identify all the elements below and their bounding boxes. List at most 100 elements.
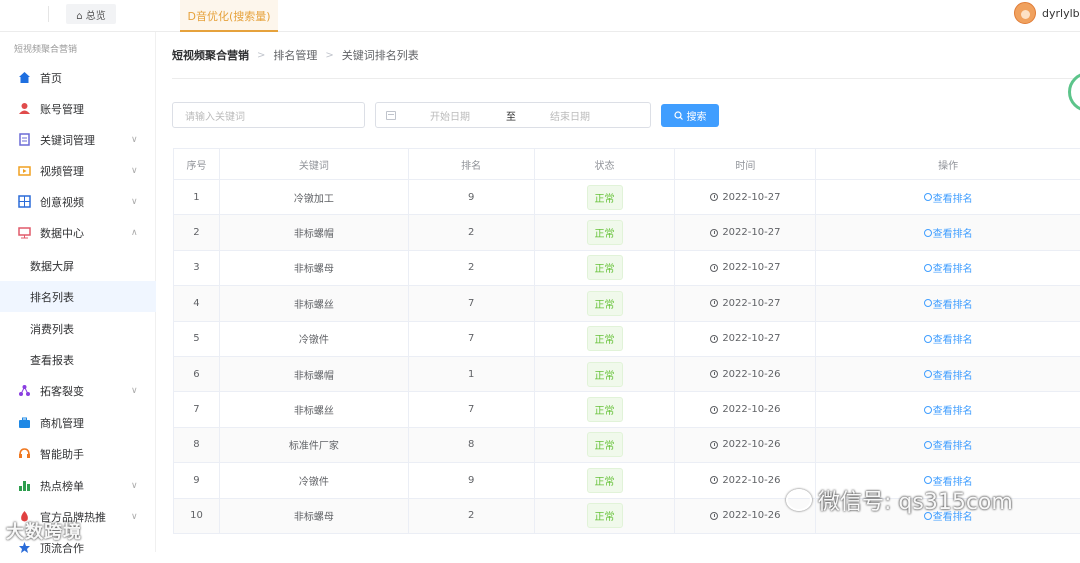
view-ranking-link[interactable]: 查看排名 bbox=[923, 296, 973, 311]
view-ranking-link[interactable]: 查看排名 bbox=[923, 190, 973, 205]
breadcrumb-ranking[interactable]: 排名管理 bbox=[273, 47, 317, 63]
calendar-icon bbox=[386, 111, 396, 120]
sidebar-item-label: 关键词管理 bbox=[40, 133, 95, 147]
sidebar-item-accounts[interactable]: 账号管理 bbox=[0, 93, 156, 124]
cell-rank: 7 bbox=[409, 286, 535, 321]
view-icon bbox=[923, 405, 932, 414]
cell-rank: 7 bbox=[409, 392, 535, 427]
video-icon bbox=[17, 164, 31, 178]
divider bbox=[48, 6, 49, 22]
status-badge: 正常 bbox=[586, 467, 623, 493]
time-text: 2022-10-26 bbox=[722, 474, 781, 486]
clock-icon bbox=[710, 193, 719, 202]
view-ranking-link[interactable]: 查看排名 bbox=[923, 225, 973, 240]
split-icon bbox=[17, 384, 31, 398]
avatar[interactable] bbox=[1014, 2, 1036, 24]
user-menu[interactable]: dyrlylb bbox=[1014, 2, 1080, 24]
cell-rank: 2 bbox=[409, 215, 535, 250]
cell-status: 正常 bbox=[535, 286, 676, 321]
view-ranking-link[interactable]: 查看排名 bbox=[923, 331, 973, 347]
cell-time: 2022-10-27 bbox=[675, 321, 817, 356]
bar-chart-icon bbox=[17, 479, 31, 493]
cell-keyword: 非标螺丝 bbox=[220, 392, 409, 427]
tab-overview[interactable]: ⌂ 总览 bbox=[66, 4, 116, 24]
date-separator: 至 bbox=[506, 111, 516, 123]
main-content: 短视频聚合营销 > 排名管理 > 关键词排名列表 请输入关键词 开始日期 至 结… bbox=[156, 32, 1080, 552]
cell-time: 2022-10-27 bbox=[675, 215, 817, 250]
status-badge: 正常 bbox=[586, 184, 623, 210]
column-header: 关键词 bbox=[220, 149, 409, 179]
view-ranking-link[interactable]: 查看排名 bbox=[923, 367, 973, 382]
cell-rank: 2 bbox=[409, 498, 535, 533]
chevron-down-icon: ∨ bbox=[131, 385, 138, 396]
status-badge: 正常 bbox=[586, 326, 623, 352]
search-button[interactable]: 搜索 bbox=[661, 104, 719, 127]
time-text: 2022-10-27 bbox=[722, 333, 781, 345]
sidebar-item-label: 视频管理 bbox=[40, 164, 84, 178]
sidebar-item-label: 首页 bbox=[40, 71, 62, 85]
view-icon bbox=[923, 440, 932, 449]
end-date-input[interactable]: 结束日期 bbox=[550, 108, 590, 123]
chevron-right-icon: > bbox=[257, 49, 266, 61]
grid-icon bbox=[17, 195, 31, 209]
status-badge: 正常 bbox=[586, 255, 623, 281]
table-row: 1 冷镦加工 9 正常 2022-10-27 查看排名 bbox=[174, 180, 1080, 216]
sidebar-item-assistant[interactable]: 智能助手 bbox=[0, 438, 156, 469]
sidebar-item-opportunities[interactable]: 商机管理 bbox=[0, 407, 156, 438]
user-icon bbox=[17, 102, 31, 116]
cell-time: 2022-10-27 bbox=[675, 180, 817, 215]
search-icon bbox=[673, 111, 683, 120]
sidebar-item-videos[interactable]: 视频管理 ∨ bbox=[0, 155, 156, 186]
sidebar-subitem-ranking-list[interactable]: 排名列表 bbox=[0, 281, 156, 312]
table-body: 1 冷镦加工 9 正常 2022-10-27 查看排名 2 非标螺帽 2 正常 2022-10-27… bbox=[174, 180, 1080, 534]
clock-icon bbox=[710, 334, 719, 343]
sidebar-item-hot-list[interactable]: 热点榜单 ∨ bbox=[0, 470, 156, 501]
top-bar: ⌂ 总览 D音优化(搜索量) dyrlylb bbox=[0, 0, 1080, 32]
column-header: 时间 bbox=[675, 149, 817, 179]
status-badge: 正常 bbox=[586, 220, 623, 246]
time-text: 2022-10-26 bbox=[722, 368, 781, 380]
sidebar-item-creative-videos[interactable]: 创意视频 ∨ bbox=[0, 186, 156, 217]
chevron-down-icon: ∨ bbox=[131, 196, 138, 207]
clock-icon bbox=[710, 511, 719, 520]
view-ranking-link[interactable]: 查看排名 bbox=[923, 437, 973, 453]
view-icon bbox=[923, 263, 932, 272]
breadcrumb-root[interactable]: 短视频聚合营销 bbox=[172, 47, 249, 63]
table-row: 4 非标螺丝 7 正常 2022-10-27 查看排名 bbox=[174, 286, 1080, 322]
headset-icon bbox=[17, 447, 31, 461]
view-ranking-link[interactable]: 查看排名 bbox=[923, 260, 973, 275]
view-ranking-link[interactable]: 查看排名 bbox=[923, 402, 973, 418]
column-header: 排名 bbox=[409, 149, 535, 179]
sidebar-item-data-center[interactable]: 数据中心 ∧ bbox=[0, 217, 156, 248]
watermark-left: 大数跨境 bbox=[6, 522, 82, 543]
sidebar-item-lead-fission[interactable]: 拓客裂变 ∨ bbox=[0, 375, 156, 406]
username: dyrlylb bbox=[1042, 6, 1080, 20]
sidebar-subitem-reports[interactable]: 查看报表 bbox=[0, 344, 156, 375]
tab-douyin-optimization[interactable]: D音优化(搜索量) bbox=[180, 0, 278, 32]
sidebar-item-home[interactable]: 首页 bbox=[0, 62, 156, 93]
cell-status: 正常 bbox=[535, 215, 676, 250]
view-ranking-label: 查看排名 bbox=[932, 335, 973, 347]
date-range-picker[interactable]: 开始日期 至 结束日期 bbox=[375, 102, 651, 128]
keyword-search-input[interactable]: 请输入关键词 bbox=[172, 102, 365, 128]
sidebar-item-label: 智能助手 bbox=[40, 447, 84, 461]
chevron-right-icon: > bbox=[325, 49, 334, 61]
chevron-up-icon: ∧ bbox=[131, 227, 138, 238]
view-ranking-label: 查看排名 bbox=[932, 441, 973, 453]
cell-keyword: 标准件厂家 bbox=[220, 427, 409, 463]
status-badge: 正常 bbox=[586, 290, 623, 316]
sidebar-item-label: 热点榜单 bbox=[40, 479, 84, 493]
sidebar-item-label: 拓客裂变 bbox=[40, 384, 84, 398]
sidebar-item-keywords[interactable]: 关键词管理 ∨ bbox=[0, 124, 156, 155]
status-badge: 正常 bbox=[586, 432, 623, 458]
cell-keyword: 非标螺帽 bbox=[220, 215, 409, 250]
cell-keyword: 冷镦件 bbox=[220, 321, 409, 356]
view-ranking-label: 查看排名 bbox=[932, 406, 973, 418]
sidebar-subitem-consumption-list[interactable]: 消费列表 bbox=[0, 313, 156, 344]
column-header: 状态 bbox=[535, 149, 676, 179]
sidebar-subitem-data-screen[interactable]: 数据大屏 bbox=[0, 250, 156, 281]
cell-action: 查看排名 bbox=[816, 357, 1080, 391]
table-row: 3 非标螺母 2 正常 2022-10-27 查看排名 bbox=[174, 250, 1080, 287]
start-date-input[interactable]: 开始日期 bbox=[430, 108, 470, 123]
divider bbox=[172, 78, 1080, 79]
